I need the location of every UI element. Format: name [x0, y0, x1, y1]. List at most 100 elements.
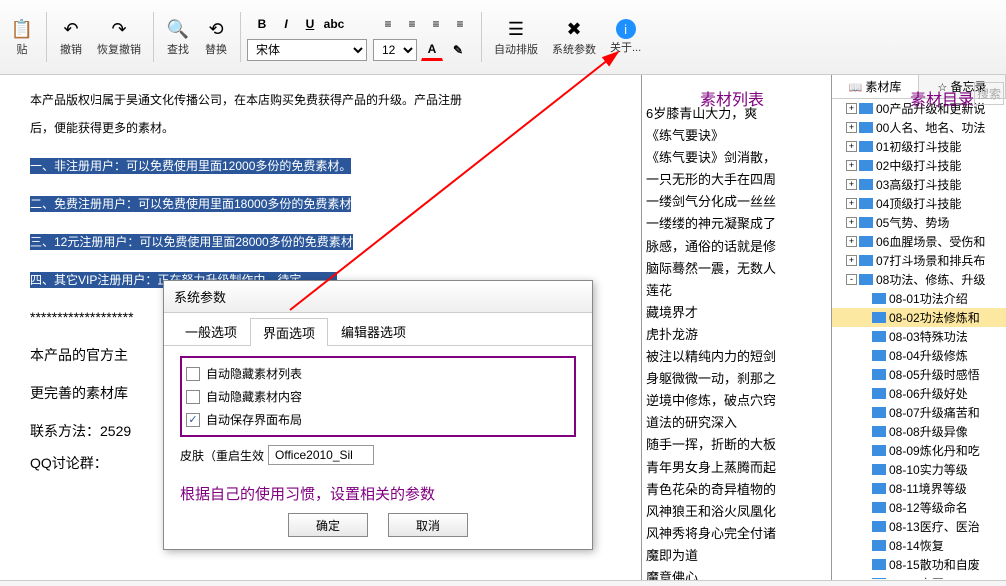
list-item[interactable]: 被注以精纯内力的短剑	[642, 346, 831, 368]
tree-node[interactable]: 08-03特殊功法	[832, 327, 1006, 346]
toolbar: 📋贴 ↶撤销 ↷恢复撤销 🔍查找 ⟲替换 B I U abc 宋体 ≡ ≡ ≡ …	[0, 0, 1006, 75]
list-item[interactable]: 风神秀将身心完全付诸	[642, 523, 831, 545]
folder-icon	[859, 236, 873, 247]
tree-label: 05气势、势场	[876, 214, 949, 231]
expand-icon[interactable]: +	[846, 255, 857, 266]
tree-node[interactable]: 08-08升级异像	[832, 422, 1006, 441]
checkbox-save-layout[interactable]	[186, 413, 200, 427]
align-left-button[interactable]: ≡	[377, 13, 399, 35]
tree-node[interactable]: +00人名、地名、功法	[832, 118, 1006, 137]
list-item[interactable]: 脑际蓦然一震，无数人	[642, 258, 831, 280]
redo-icon: ↷	[107, 17, 131, 41]
list-item[interactable]: 随手一挥，折断的大板	[642, 434, 831, 456]
tree-node[interactable]: 08-16中医	[832, 574, 1006, 579]
list-item[interactable]: 脉感，通俗的话就是修	[642, 236, 831, 258]
tree-node[interactable]: 08-06升级好处	[832, 384, 1006, 403]
align-justify-button[interactable]: ≡	[449, 13, 471, 35]
tree-node[interactable]: +05气势、势场	[832, 213, 1006, 232]
list-item[interactable]: 逆境中修炼，破点穴窍	[642, 390, 831, 412]
font-color-button[interactable]: A	[421, 39, 443, 61]
cancel-button[interactable]: 取消	[388, 513, 468, 537]
tab-material-lib[interactable]: 📖 素材库	[832, 75, 919, 98]
redo-button[interactable]: ↷恢复撤销	[91, 15, 147, 59]
list-item[interactable]: 魔即为道	[642, 545, 831, 567]
list-item[interactable]: 藏境界才	[642, 302, 831, 324]
tree-node[interactable]: 08-12等级命名	[832, 498, 1006, 517]
expand-icon[interactable]: +	[846, 179, 857, 190]
autolayout-button[interactable]: ☰自动排版	[488, 15, 544, 59]
material-tree-panel: 📖 素材库 ☆ 备忘录 +00产品升级和更新说+00人名、地名、功法+01初级打…	[831, 75, 1006, 580]
expand-icon[interactable]: +	[846, 103, 857, 114]
tab-interface[interactable]: 界面选项	[250, 318, 328, 346]
list-item[interactable]: 身躯微微一动，刹那之	[642, 368, 831, 390]
undo-button[interactable]: ↶撤销	[53, 15, 89, 59]
align-right-button[interactable]: ≡	[425, 13, 447, 35]
tree-node[interactable]: +02中级打斗技能	[832, 156, 1006, 175]
expand-icon[interactable]: +	[846, 122, 857, 133]
expand-icon[interactable]: +	[846, 160, 857, 171]
replace-button[interactable]: ⟲替换	[198, 15, 234, 59]
list-item[interactable]: 一缕缕的神元凝聚成了	[642, 213, 831, 235]
tree-node[interactable]: 08-02功法修炼和	[832, 308, 1006, 327]
material-tree[interactable]: +00产品升级和更新说+00人名、地名、功法+01初级打斗技能+02中级打斗技能…	[832, 99, 1006, 579]
list-item[interactable]: 道法的研究深入	[642, 412, 831, 434]
list-item[interactable]: 魔意佛心	[642, 567, 831, 580]
strike-button[interactable]: abc	[323, 13, 345, 35]
tree-node[interactable]: +06血腥场景、受伤和	[832, 232, 1006, 251]
tree-node[interactable]: 08-13医疗、医治	[832, 517, 1006, 536]
align-center-button[interactable]: ≡	[401, 13, 423, 35]
tree-label: 08-08升级异像	[889, 423, 968, 440]
folder-icon	[872, 331, 886, 342]
ok-button[interactable]: 确定	[288, 513, 368, 537]
bold-button[interactable]: B	[251, 13, 273, 35]
checkbox-hide-list[interactable]	[186, 367, 200, 381]
tab-editor[interactable]: 编辑器选项	[328, 317, 419, 345]
list-item[interactable]: 风神狼王和浴火凤凰化	[642, 501, 831, 523]
list-item[interactable]: 《练气要诀》	[642, 125, 831, 147]
expand-icon[interactable]: +	[846, 217, 857, 228]
skin-select[interactable]: Office2010_Sil	[268, 445, 374, 465]
checkbox-hide-content[interactable]	[186, 390, 200, 404]
about-button[interactable]: i关于...	[604, 17, 647, 57]
list-item[interactable]: 虎扑龙游	[642, 324, 831, 346]
tree-node[interactable]: 08-10实力等级	[832, 460, 1006, 479]
tree-node[interactable]: 08-09炼化丹和吃	[832, 441, 1006, 460]
font-select[interactable]: 宋体	[247, 39, 367, 61]
tree-node[interactable]: 08-07升级痛苦和	[832, 403, 1006, 422]
tree-node[interactable]: -08功法、修练、升级	[832, 270, 1006, 289]
tree-node[interactable]: 08-01功法介绍	[832, 289, 1006, 308]
tab-general[interactable]: 一般选项	[172, 317, 250, 345]
highlight-button[interactable]: ✎	[447, 39, 469, 61]
tree-node[interactable]: +07打斗场景和排兵布	[832, 251, 1006, 270]
editor-highlight: 一、非注册用户：可以免费使用里面12000多份的免费素材。	[30, 158, 351, 174]
tree-node[interactable]: 08-04升级修炼	[832, 346, 1006, 365]
tree-label: 08-12等级命名	[889, 499, 968, 516]
tree-node[interactable]: +04顶级打斗技能	[832, 194, 1006, 213]
material-list[interactable]: 6岁膝青山大力，爽《练气要诀》《练气要诀》剑消散，一只无形的大手在四周一缕剑气分…	[642, 75, 831, 580]
list-item[interactable]: 青年男女身上蒸腾而起	[642, 457, 831, 479]
expand-icon[interactable]: +	[846, 198, 857, 209]
folder-icon	[872, 521, 886, 532]
list-item[interactable]: 《练气要诀》剑消散，	[642, 147, 831, 169]
tree-node[interactable]: 08-05升级时感悟	[832, 365, 1006, 384]
expand-icon[interactable]: +	[846, 236, 857, 247]
expand-icon[interactable]: +	[846, 141, 857, 152]
tree-node[interactable]: 08-14恢复	[832, 536, 1006, 555]
search-input[interactable]: 搜索	[974, 82, 1004, 105]
tree-node[interactable]: +03高级打斗技能	[832, 175, 1006, 194]
underline-button[interactable]: U	[299, 13, 321, 35]
sysparam-button[interactable]: ✖系统参数	[546, 15, 602, 59]
size-select[interactable]: 12	[373, 39, 417, 61]
tree-node[interactable]: +01初级打斗技能	[832, 137, 1006, 156]
find-button[interactable]: 🔍查找	[160, 15, 196, 59]
list-item[interactable]: 一缕剑气分化成一丝丝	[642, 191, 831, 213]
italic-button[interactable]: I	[275, 13, 297, 35]
folder-icon	[872, 293, 886, 304]
tree-node[interactable]: 08-15散功和自废	[832, 555, 1006, 574]
expand-icon[interactable]: -	[846, 274, 857, 285]
paste-button[interactable]: 📋贴	[4, 15, 40, 59]
list-item[interactable]: 青色花朵的奇异植物的	[642, 479, 831, 501]
list-item[interactable]: 莲花	[642, 280, 831, 302]
list-item[interactable]: 一只无形的大手在四周	[642, 169, 831, 191]
tree-node[interactable]: 08-11境界等级	[832, 479, 1006, 498]
